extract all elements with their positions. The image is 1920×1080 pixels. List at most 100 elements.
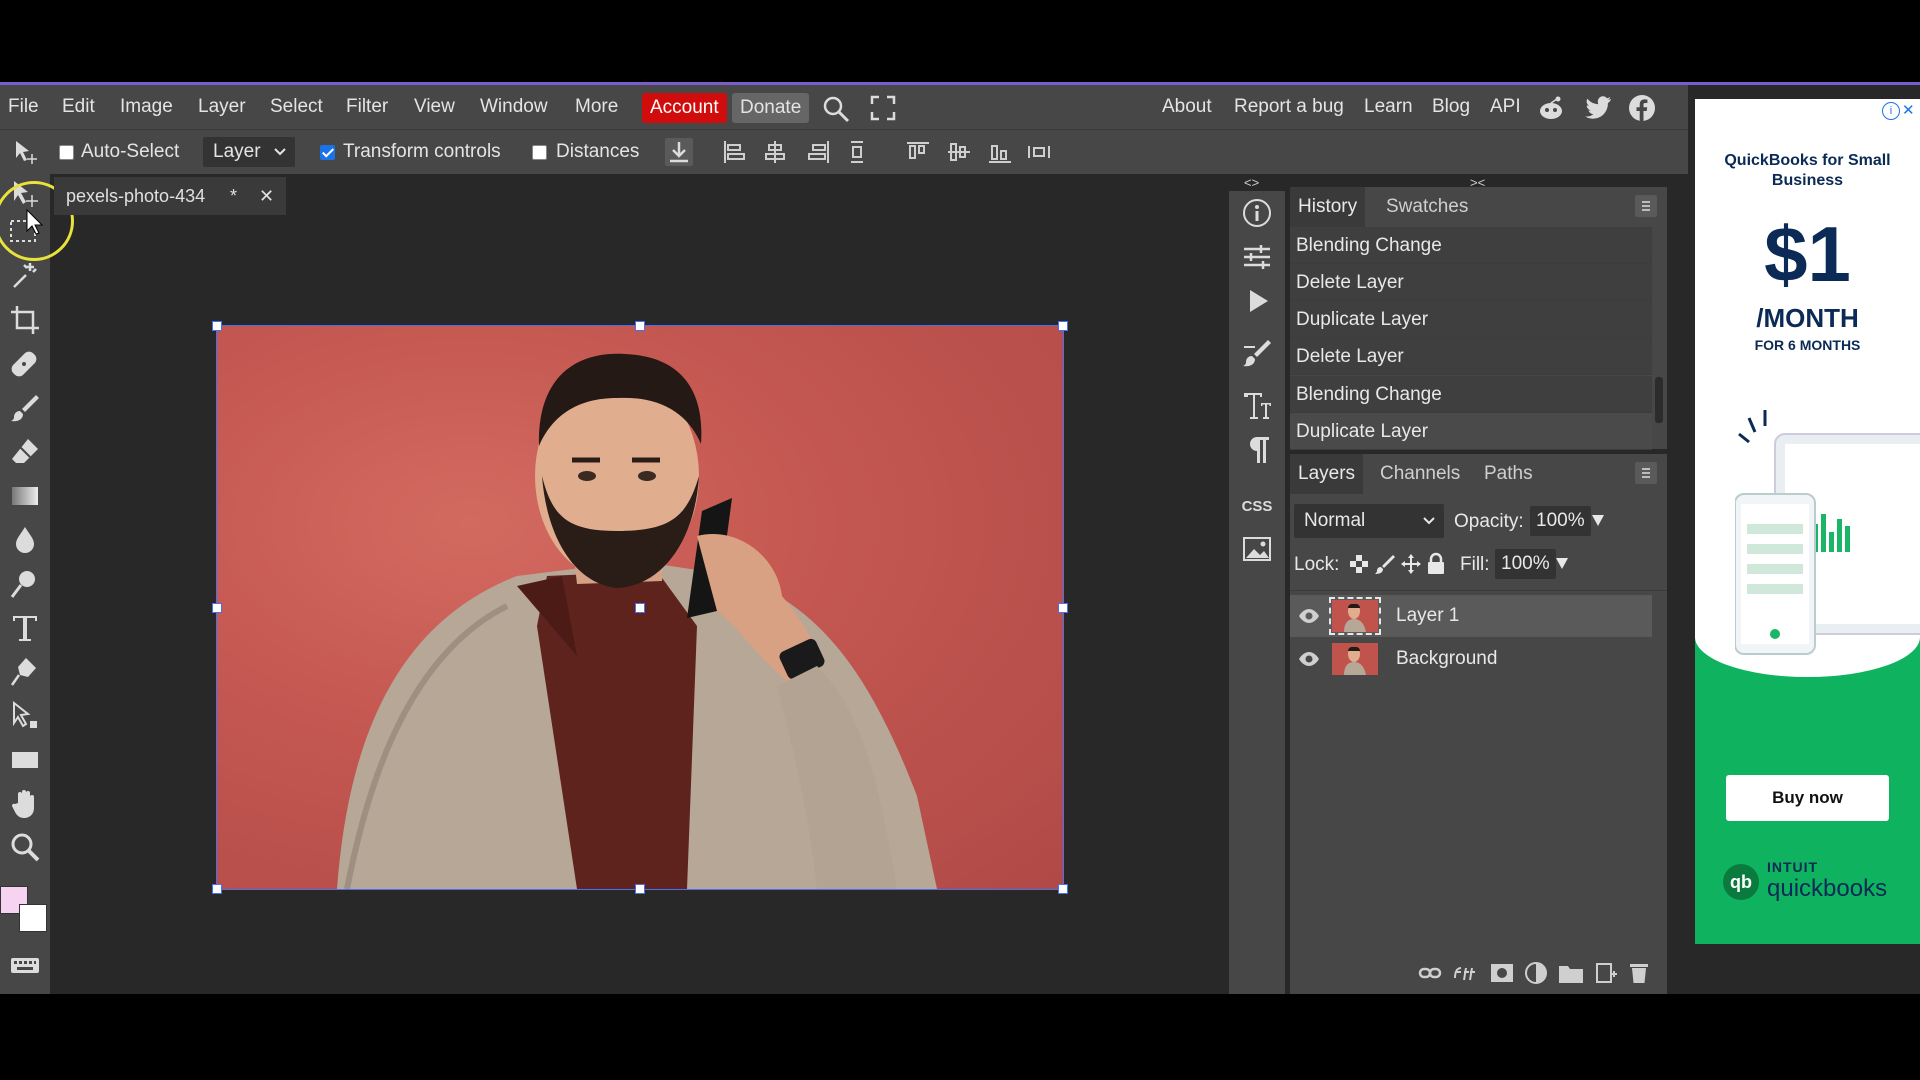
hand-tool-icon[interactable] — [8, 787, 42, 821]
menu-select[interactable]: Select — [270, 85, 323, 129]
tab-paths[interactable]: Paths — [1476, 454, 1541, 494]
gradient-tool-icon[interactable] — [8, 479, 42, 513]
zoom-tool-icon[interactable] — [8, 831, 42, 865]
opacity-input[interactable]: 100% — [1530, 506, 1591, 536]
transform-controls-checkbox[interactable] — [320, 145, 335, 160]
menu-window[interactable]: Window — [480, 85, 548, 129]
fill-arrow-icon[interactable] — [1554, 554, 1570, 577]
reddit-icon[interactable] — [1537, 95, 1565, 121]
history-entry[interactable]: Duplicate Layer — [1290, 301, 1652, 338]
blend-mode-dropdown[interactable]: Normal — [1294, 504, 1444, 538]
layer-row-layer-1[interactable]: Layer 1 — [1290, 595, 1652, 637]
align-center-h-icon[interactable] — [761, 138, 789, 166]
info-icon[interactable] — [1241, 197, 1273, 229]
donate-button[interactable]: Donate — [732, 93, 810, 123]
layer-mask-icon[interactable] — [1490, 962, 1514, 989]
transform-handle-center[interactable] — [635, 603, 645, 613]
auto-select-target-dropdown[interactable]: Layer — [203, 137, 295, 167]
align-top-icon[interactable] — [904, 138, 932, 166]
link-api[interactable]: API — [1490, 85, 1521, 129]
tab-history[interactable]: History — [1290, 187, 1366, 227]
tab-channels[interactable]: Channels — [1372, 454, 1468, 494]
transform-handle-top-left[interactable] — [212, 321, 222, 331]
align-middle-icon[interactable] — [945, 138, 973, 166]
pen-tool-icon[interactable] — [8, 655, 42, 689]
collapse-left-toggle[interactable]: <> — [1244, 175, 1259, 190]
menu-file[interactable]: File — [8, 85, 39, 129]
crop-tool-icon[interactable] — [8, 303, 42, 337]
lock-position-icon[interactable] — [1400, 553, 1422, 580]
brush-settings-icon[interactable] — [1241, 337, 1273, 369]
advertisement-banner[interactable]: i ✕ QuickBooks for Small Business $1 /MO… — [1695, 99, 1920, 944]
tab-swatches[interactable]: Swatches — [1378, 187, 1476, 227]
fullscreen-icon[interactable] — [870, 95, 896, 121]
link-about[interactable]: About — [1162, 85, 1212, 129]
ad-close-icon[interactable]: ✕ — [1902, 101, 1918, 119]
menu-edit[interactable]: Edit — [62, 85, 95, 129]
menu-view[interactable]: View — [414, 85, 455, 129]
close-icon[interactable]: ✕ — [259, 177, 274, 215]
ad-info-icon[interactable]: i — [1882, 102, 1900, 120]
tab-layers[interactable]: Layers — [1290, 454, 1364, 494]
lock-pixels-icon[interactable] — [1374, 553, 1396, 580]
css-icon[interactable]: CSS — [1241, 491, 1273, 523]
ad-buy-now-button[interactable]: Buy now — [1726, 775, 1889, 821]
hamburger-menu-icon[interactable] — [1635, 462, 1657, 484]
new-layer-icon[interactable] — [1594, 961, 1618, 990]
hamburger-menu-icon[interactable] — [1635, 195, 1657, 217]
transform-handle-bottom-left[interactable] — [212, 884, 222, 894]
path-select-tool-icon[interactable] — [8, 699, 42, 733]
paragraph-icon[interactable] — [1241, 433, 1273, 465]
facebook-icon[interactable] — [1628, 94, 1656, 122]
image-icon[interactable] — [1241, 533, 1273, 565]
align-bottom-icon[interactable] — [986, 138, 1014, 166]
dodge-tool-icon[interactable] — [8, 567, 42, 601]
transform-handle-top-right[interactable] — [1058, 321, 1068, 331]
eraser-tool-icon[interactable] — [8, 435, 42, 469]
healing-brush-icon[interactable] — [8, 347, 42, 381]
transform-handle-top[interactable] — [635, 321, 645, 331]
rectangle-tool-icon[interactable] — [8, 743, 42, 777]
history-entry-current[interactable]: Duplicate Layer — [1290, 413, 1652, 450]
lock-transparency-icon[interactable] — [1348, 553, 1370, 580]
menu-image[interactable]: Image — [120, 85, 173, 129]
lock-all-icon[interactable] — [1425, 552, 1447, 581]
character-icon[interactable] — [1241, 389, 1273, 421]
account-button[interactable]: Account — [642, 93, 727, 123]
align-right-icon[interactable] — [805, 138, 833, 166]
history-scrollbar[interactable] — [1655, 377, 1663, 423]
twitter-icon[interactable] — [1584, 96, 1612, 120]
align-left-icon[interactable] — [720, 138, 748, 166]
history-entry[interactable]: Delete Layer — [1290, 338, 1652, 375]
keyboard-icon[interactable] — [8, 948, 42, 982]
secondary-color-swatch[interactable] — [19, 904, 47, 932]
adjustment-layer-icon[interactable] — [1524, 961, 1548, 990]
link-report-bug[interactable]: Report a bug — [1234, 85, 1344, 129]
transform-handle-right[interactable] — [1058, 603, 1068, 613]
trash-icon[interactable] — [1628, 961, 1650, 990]
type-tool-icon[interactable] — [8, 611, 42, 645]
link-learn[interactable]: Learn — [1364, 85, 1413, 129]
adjustments-icon[interactable] — [1241, 241, 1273, 273]
new-group-icon[interactable] — [1558, 962, 1584, 989]
history-entry[interactable]: Delete Layer — [1290, 264, 1652, 301]
opacity-arrow-icon[interactable] — [1590, 511, 1606, 534]
document-tab[interactable]: pexels-photo-434 * ✕ — [54, 177, 286, 215]
distances-checkbox[interactable] — [532, 145, 547, 160]
auto-select-checkbox[interactable] — [59, 145, 74, 160]
actions-play-icon[interactable] — [1241, 285, 1273, 317]
menu-layer[interactable]: Layer — [198, 85, 246, 129]
transform-handle-left[interactable] — [212, 603, 222, 613]
history-entry[interactable]: Blending Change — [1290, 376, 1652, 413]
layer-effects-icon[interactable] — [1452, 960, 1478, 989]
blur-tool-icon[interactable] — [8, 523, 42, 557]
magic-wand-icon[interactable] — [8, 259, 42, 293]
distribute-vertical-icon[interactable] — [843, 138, 871, 166]
layer-row-background[interactable]: Background — [1290, 638, 1652, 680]
download-icon[interactable] — [665, 138, 693, 166]
menu-filter[interactable]: Filter — [346, 85, 388, 129]
search-icon[interactable] — [822, 95, 850, 123]
transform-handle-bottom[interactable] — [635, 884, 645, 894]
link-blog[interactable]: Blog — [1432, 85, 1470, 129]
history-entry[interactable]: Blending Change — [1290, 227, 1652, 264]
